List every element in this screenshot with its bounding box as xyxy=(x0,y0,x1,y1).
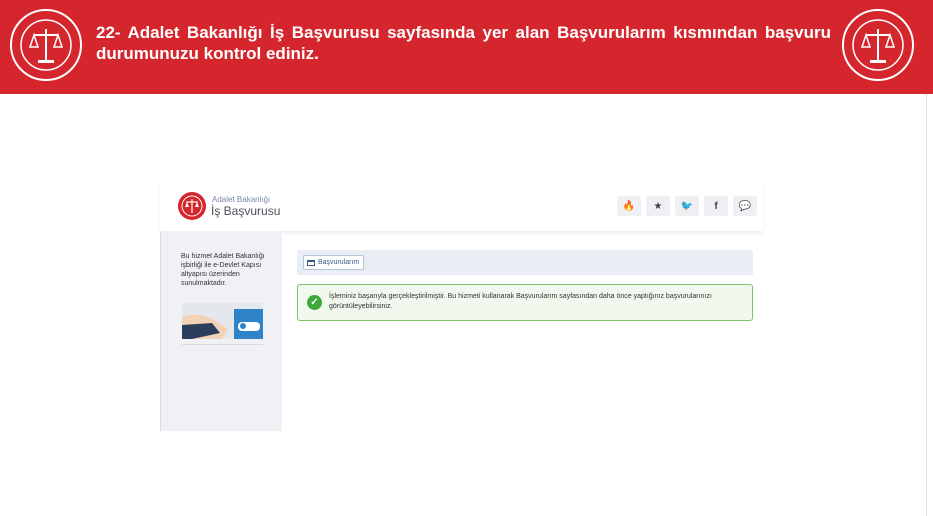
sidebar-info-text: Bu hizmet Adalet Bakanlığı işbirliği ile… xyxy=(181,253,265,287)
slide-header-banner: 22- Adalet Bakanlığı İş Başvurusu sayfas… xyxy=(0,0,933,94)
breadcrumb: Başvurularım xyxy=(297,250,753,275)
basvurularim-label: Başvurularım xyxy=(318,259,360,266)
basvurularim-button[interactable]: Başvurularım xyxy=(303,255,365,270)
list-icon xyxy=(307,259,315,266)
app-header: Adalet Bakanlığı İş Başvurusu 🔥 ★ 🐦 f 💬 xyxy=(160,183,763,231)
ministry-logo-icon[interactable] xyxy=(177,191,207,221)
check-circle-icon: ✓ xyxy=(307,295,322,310)
success-message: İşleminiz başarıyla gerçekleştirilmiştir… xyxy=(329,293,712,310)
slide-edge-line xyxy=(926,94,927,516)
slide-title: 22- Adalet Bakanlığı İş Başvurusu sayfas… xyxy=(96,23,831,63)
app-name[interactable]: İş Başvurusu xyxy=(211,204,280,218)
ministry-seal-right-icon xyxy=(840,7,916,83)
app-screenshot: Adalet Bakanlığı İş Başvurusu 🔥 ★ 🐦 f 💬 … xyxy=(160,183,763,431)
fire-icon[interactable]: 🔥 xyxy=(617,196,641,216)
comment-icon[interactable]: 💬 xyxy=(733,196,757,216)
sidebar-divider xyxy=(182,344,263,345)
facebook-icon[interactable]: f xyxy=(704,196,728,216)
sidebar: Bu hizmet Adalet Bakanlığı işbirliği ile… xyxy=(160,231,282,431)
star-icon[interactable]: ★ xyxy=(646,196,670,216)
twitter-icon[interactable]: 🐦 xyxy=(675,196,699,216)
success-alert: ✓ İşleminiz başarıyla gerçekleştirilmişt… xyxy=(297,284,753,321)
edevlet-banner-image[interactable] xyxy=(182,303,263,339)
org-name[interactable]: Adalet Bakanlığı xyxy=(212,195,270,204)
ministry-seal-left-icon xyxy=(8,7,84,83)
